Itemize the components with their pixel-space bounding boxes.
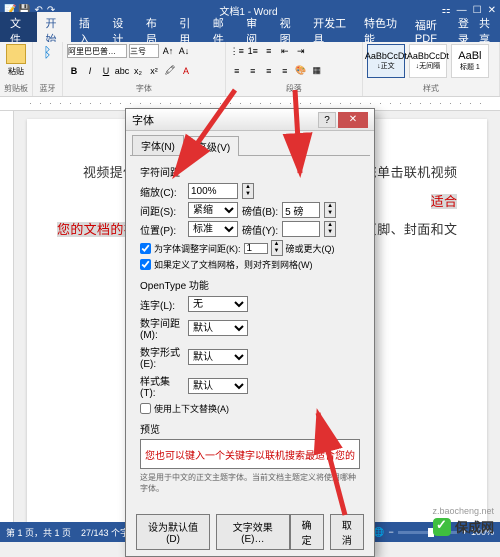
strike-button[interactable]: abc bbox=[115, 64, 129, 78]
group-label-clipboard: 剪贴板 bbox=[4, 83, 28, 94]
ligature-label: 连字(L): bbox=[140, 297, 184, 312]
group-label-bt: 蓝牙 bbox=[37, 83, 58, 94]
shading-button[interactable]: 🎨 bbox=[294, 64, 308, 78]
style-nospacing[interactable]: AaBbCcDt↓无间隔 bbox=[409, 44, 447, 78]
subscript-button[interactable]: x₂ bbox=[131, 64, 145, 78]
style-normal[interactable]: AaBbCcDt↓正文 bbox=[367, 44, 405, 78]
section-opentype-title: OpenType 功能 bbox=[140, 277, 360, 292]
kerning-input[interactable] bbox=[244, 243, 268, 254]
numspacing-select[interactable]: 默认 bbox=[188, 320, 248, 336]
dialog-title-text: 字体 bbox=[132, 112, 318, 128]
preview-box: 您也可以键入一个关键字以联机搜索最适合您的 bbox=[140, 439, 360, 469]
watermark-check-icon bbox=[433, 518, 451, 536]
spacing-pt-input[interactable] bbox=[282, 202, 320, 218]
align-center-button[interactable]: ≡ bbox=[246, 64, 260, 78]
preview-caption: 这是用于中文的正文主题字体。当前文档主题定义将使用哪种字体。 bbox=[140, 472, 360, 494]
group-label-paragraph: 段落 bbox=[230, 83, 358, 94]
position-select[interactable]: 标准 bbox=[188, 221, 238, 237]
section-spacing-title: 字符间距 bbox=[140, 164, 360, 179]
scale-input[interactable] bbox=[188, 183, 238, 199]
position-pt-label: 磅值(Y): bbox=[242, 222, 278, 237]
styleset-label: 样式集(T): bbox=[140, 373, 184, 399]
context-label: 使用上下文替换(A) bbox=[154, 402, 229, 415]
indent-inc-button[interactable]: ⇥ bbox=[294, 44, 308, 58]
maximize-icon[interactable]: ☐ bbox=[473, 5, 482, 16]
numspacing-label: 数字间距(M): bbox=[140, 315, 184, 341]
bold-button[interactable]: B bbox=[67, 64, 81, 78]
spacing-label: 间距(S): bbox=[140, 203, 184, 218]
word-count[interactable]: 27/143 个字 bbox=[81, 526, 129, 539]
cancel-button[interactable]: 取消 bbox=[330, 514, 364, 550]
ok-button[interactable]: 确定 bbox=[290, 514, 324, 550]
numbering-button[interactable]: 1≡ bbox=[246, 44, 260, 58]
menu-bar: 文件 开始 插入 设计 布局 引用 邮件 审阅 视图 开发工具 特色功能 福昕P… bbox=[0, 20, 500, 42]
kerning-checkbox[interactable] bbox=[140, 243, 151, 254]
styleset-select[interactable]: 默认 bbox=[188, 378, 248, 394]
context-checkbox[interactable] bbox=[140, 403, 151, 414]
kerning-label: 为字体调整字间距(K): bbox=[154, 242, 241, 255]
page-indicator[interactable]: 第 1 页，共 1 页 bbox=[6, 526, 71, 539]
scale-spinner[interactable]: ▲▼ bbox=[242, 183, 254, 199]
watermark-url: z.baocheng.net bbox=[432, 506, 494, 516]
borders-button[interactable]: ▦ bbox=[310, 64, 324, 78]
justify-button[interactable]: ≡ bbox=[278, 64, 292, 78]
highlight-button[interactable]: 🖍 bbox=[163, 64, 177, 78]
multilevel-button[interactable]: ≡ bbox=[262, 44, 276, 58]
preview-label: 预览 bbox=[140, 421, 360, 436]
superscript-button[interactable]: x² bbox=[147, 64, 161, 78]
position-pt-spinner[interactable]: ▲▼ bbox=[324, 221, 336, 237]
position-pt-input[interactable] bbox=[282, 221, 320, 237]
numform-label: 数字形式(E): bbox=[140, 344, 184, 370]
font-color-button[interactable]: A bbox=[179, 64, 193, 78]
ribbon: 粘贴 剪贴板 ᛒ 蓝牙 A↑ A↓ B I U abc x₂ x² 🖍 bbox=[0, 42, 500, 97]
font-dialog: 字体 ? ✕ 字体(N) 高级(V) 字符间距 缩放(C): ▲▼ 间距(S):… bbox=[125, 108, 375, 557]
paste-button[interactable]: 粘贴 bbox=[4, 44, 28, 77]
dialog-tab-advanced[interactable]: 高级(V) bbox=[188, 136, 239, 156]
bullets-button[interactable]: ⋮≡ bbox=[230, 44, 244, 58]
dialog-tab-font[interactable]: 字体(N) bbox=[132, 135, 184, 155]
align-left-button[interactable]: ≡ bbox=[230, 64, 244, 78]
vertical-ruler[interactable] bbox=[0, 111, 14, 522]
ligature-select[interactable]: 无 bbox=[188, 296, 248, 312]
clipboard-icon bbox=[6, 44, 26, 64]
italic-button[interactable]: I bbox=[83, 64, 97, 78]
underline-button[interactable]: U bbox=[99, 64, 113, 78]
group-label-styles: 样式 bbox=[367, 83, 495, 94]
grid-label: 如果定义了文档网格，则对齐到网格(W) bbox=[154, 258, 313, 271]
default-button[interactable]: 设为默认值(D) bbox=[136, 514, 210, 550]
text-effects-button[interactable]: 文字效果(E)… bbox=[216, 514, 290, 550]
spacing-pt-spinner[interactable]: ▲▼ bbox=[324, 202, 336, 218]
align-right-button[interactable]: ≡ bbox=[262, 64, 276, 78]
spacing-pt-label: 磅值(B): bbox=[242, 203, 278, 218]
spacing-select[interactable]: 紧缩 bbox=[188, 202, 238, 218]
kerning-spinner[interactable]: ▲▼ bbox=[271, 240, 283, 256]
kerning-unit-label: 磅或更大(Q) bbox=[286, 242, 335, 255]
zoom-out-button[interactable]: − bbox=[388, 527, 393, 537]
scale-label: 缩放(C): bbox=[140, 184, 184, 199]
indent-dec-button[interactable]: ⇤ bbox=[278, 44, 292, 58]
grid-checkbox[interactable] bbox=[140, 259, 151, 270]
dialog-titlebar[interactable]: 字体 ? ✕ bbox=[126, 109, 374, 131]
decrease-font-icon[interactable]: A↓ bbox=[177, 44, 191, 58]
group-label-font: 字体 bbox=[67, 83, 221, 94]
dialog-help-button[interactable]: ? bbox=[318, 112, 336, 128]
style-heading1[interactable]: AaBl标题 1 bbox=[451, 44, 489, 78]
watermark: 保成网 bbox=[433, 517, 494, 536]
dialog-close-button[interactable]: ✕ bbox=[338, 112, 368, 128]
position-label: 位置(P): bbox=[140, 222, 184, 237]
font-family-select[interactable] bbox=[67, 44, 127, 58]
close-icon[interactable]: ✕ bbox=[488, 5, 496, 16]
bluetooth-icon[interactable]: ᛒ bbox=[37, 44, 58, 60]
font-size-select[interactable] bbox=[129, 44, 159, 58]
numform-select[interactable]: 默认 bbox=[188, 349, 248, 365]
minimize-icon[interactable]: — bbox=[457, 5, 467, 16]
increase-font-icon[interactable]: A↑ bbox=[161, 44, 175, 58]
